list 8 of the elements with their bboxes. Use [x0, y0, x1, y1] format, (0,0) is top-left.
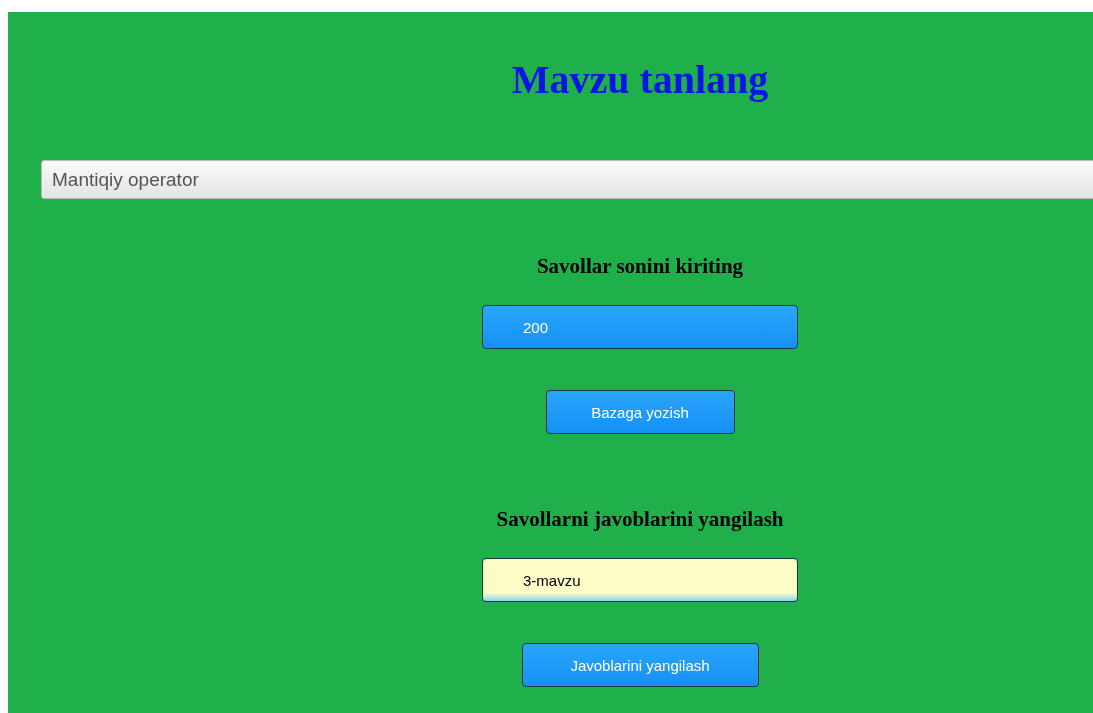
submit-button[interactable]: Bazaga yozish — [545, 390, 735, 434]
page-title: Mavzu tanlang — [511, 58, 769, 102]
input-field[interactable]: 200 — [482, 305, 798, 349]
section-heading: Savollar sonini kiriting — [536, 253, 744, 279]
input-field[interactable]: 3-mavzu — [482, 558, 798, 602]
section-heading: Savollarni javoblarini yangilash — [496, 506, 784, 532]
submit-button[interactable]: Javoblarini yangilash — [521, 643, 759, 687]
topic-dropdown[interactable]: Mantiqiy operator — [41, 160, 1093, 199]
